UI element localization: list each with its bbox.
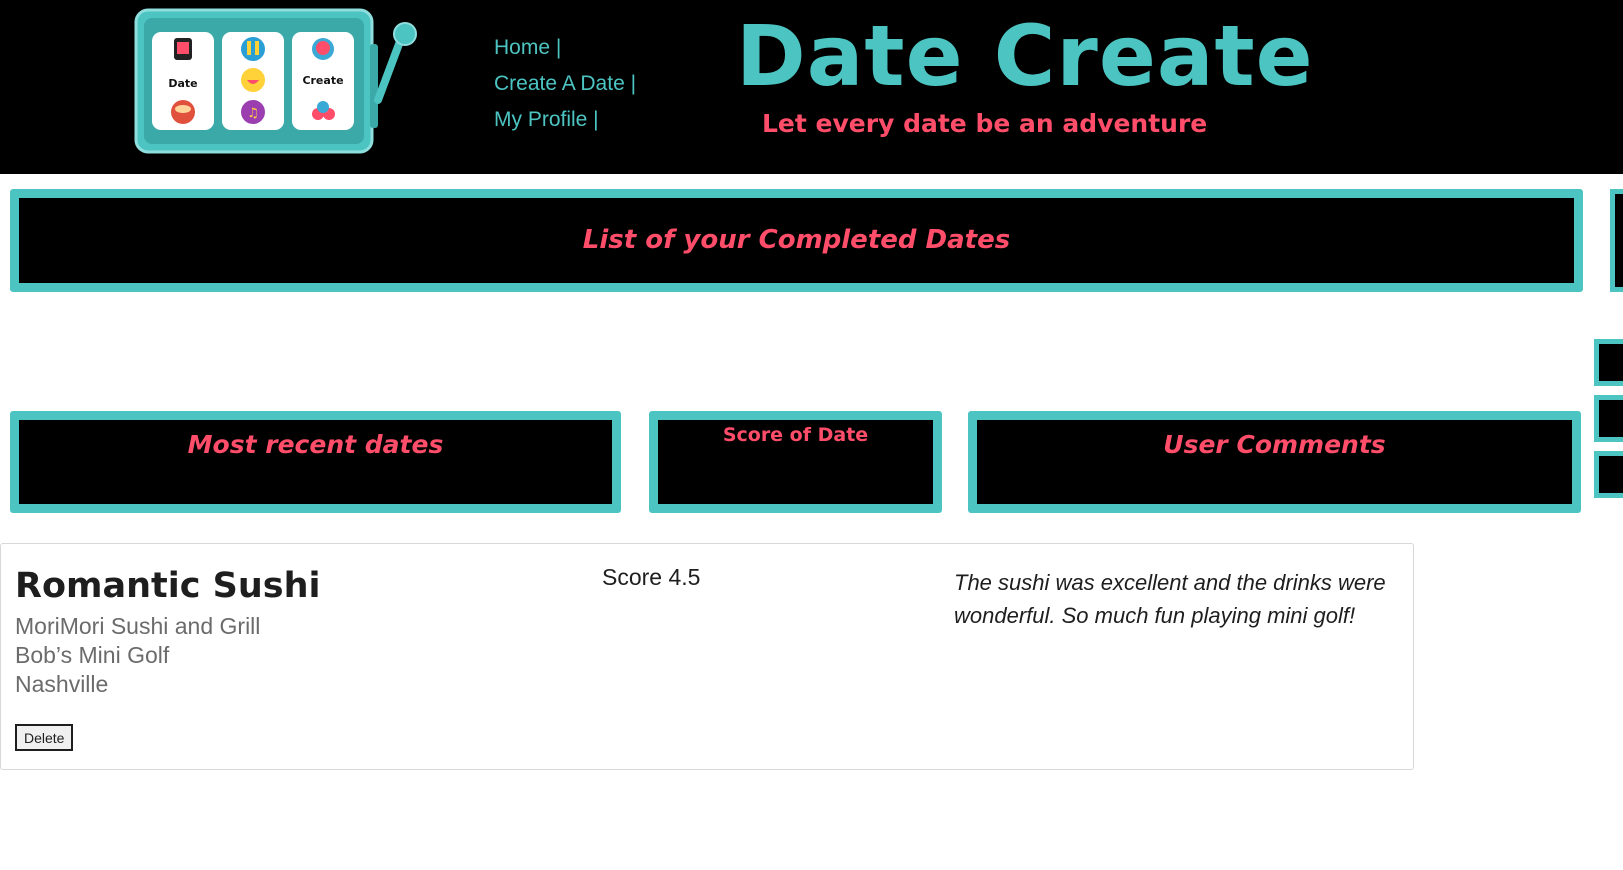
date-comment: The sushi was excellent and the drinks w… xyxy=(954,570,1386,628)
logo-reel-text-date: Date xyxy=(168,77,197,90)
most-recent-dates-header: Most recent dates xyxy=(10,411,621,513)
nav-link-home[interactable]: Home | xyxy=(494,30,636,66)
offscreen-panel-edge xyxy=(1594,395,1623,442)
date-place: Nashville xyxy=(15,671,109,697)
date-score: Score 4.5 xyxy=(602,564,701,590)
site-tagline: Let every date be an adventure xyxy=(762,109,1208,138)
slot-lever-knob xyxy=(393,22,417,46)
user-comments-header: User Comments xyxy=(968,411,1581,513)
date-place: MoriMori Sushi and Grill xyxy=(15,613,261,639)
site-header: Date ♫ Create Home | Create A Date | My … xyxy=(0,0,1623,174)
score-of-date-header: Score of Date xyxy=(649,411,942,513)
delete-date-button[interactable]: Delete xyxy=(15,724,74,751)
nav-link-my-profile[interactable]: My Profile | xyxy=(494,102,636,138)
date-places-list: MoriMori Sushi and Grill Bob’s Mini Golf… xyxy=(15,612,260,699)
main-nav: Home | Create A Date | My Profile | xyxy=(494,30,636,138)
site-title: Date Create xyxy=(736,7,1314,105)
slot-reel-date: Date xyxy=(152,32,214,130)
nav-link-create-a-date[interactable]: Create A Date | xyxy=(494,66,636,102)
slot-reel-create: Create xyxy=(292,32,354,130)
date-card: Romantic Sushi MoriMori Sushi and Grill … xyxy=(0,543,1414,770)
offscreen-panel-edge xyxy=(1610,189,1623,292)
completed-dates-heading: List of your Completed Dates xyxy=(10,189,1583,292)
offscreen-panel-edge xyxy=(1594,451,1623,498)
date-place: Bob’s Mini Golf xyxy=(15,642,170,668)
offscreen-panel-edge xyxy=(1594,339,1623,386)
slot-machine-logo[interactable]: Date ♫ Create xyxy=(134,8,424,156)
svg-text:♫: ♫ xyxy=(247,106,259,121)
date-title: Romantic Sushi xyxy=(15,566,321,606)
logo-reel-text-create: Create xyxy=(302,74,343,87)
slot-reel-middle: ♫ xyxy=(222,32,284,130)
